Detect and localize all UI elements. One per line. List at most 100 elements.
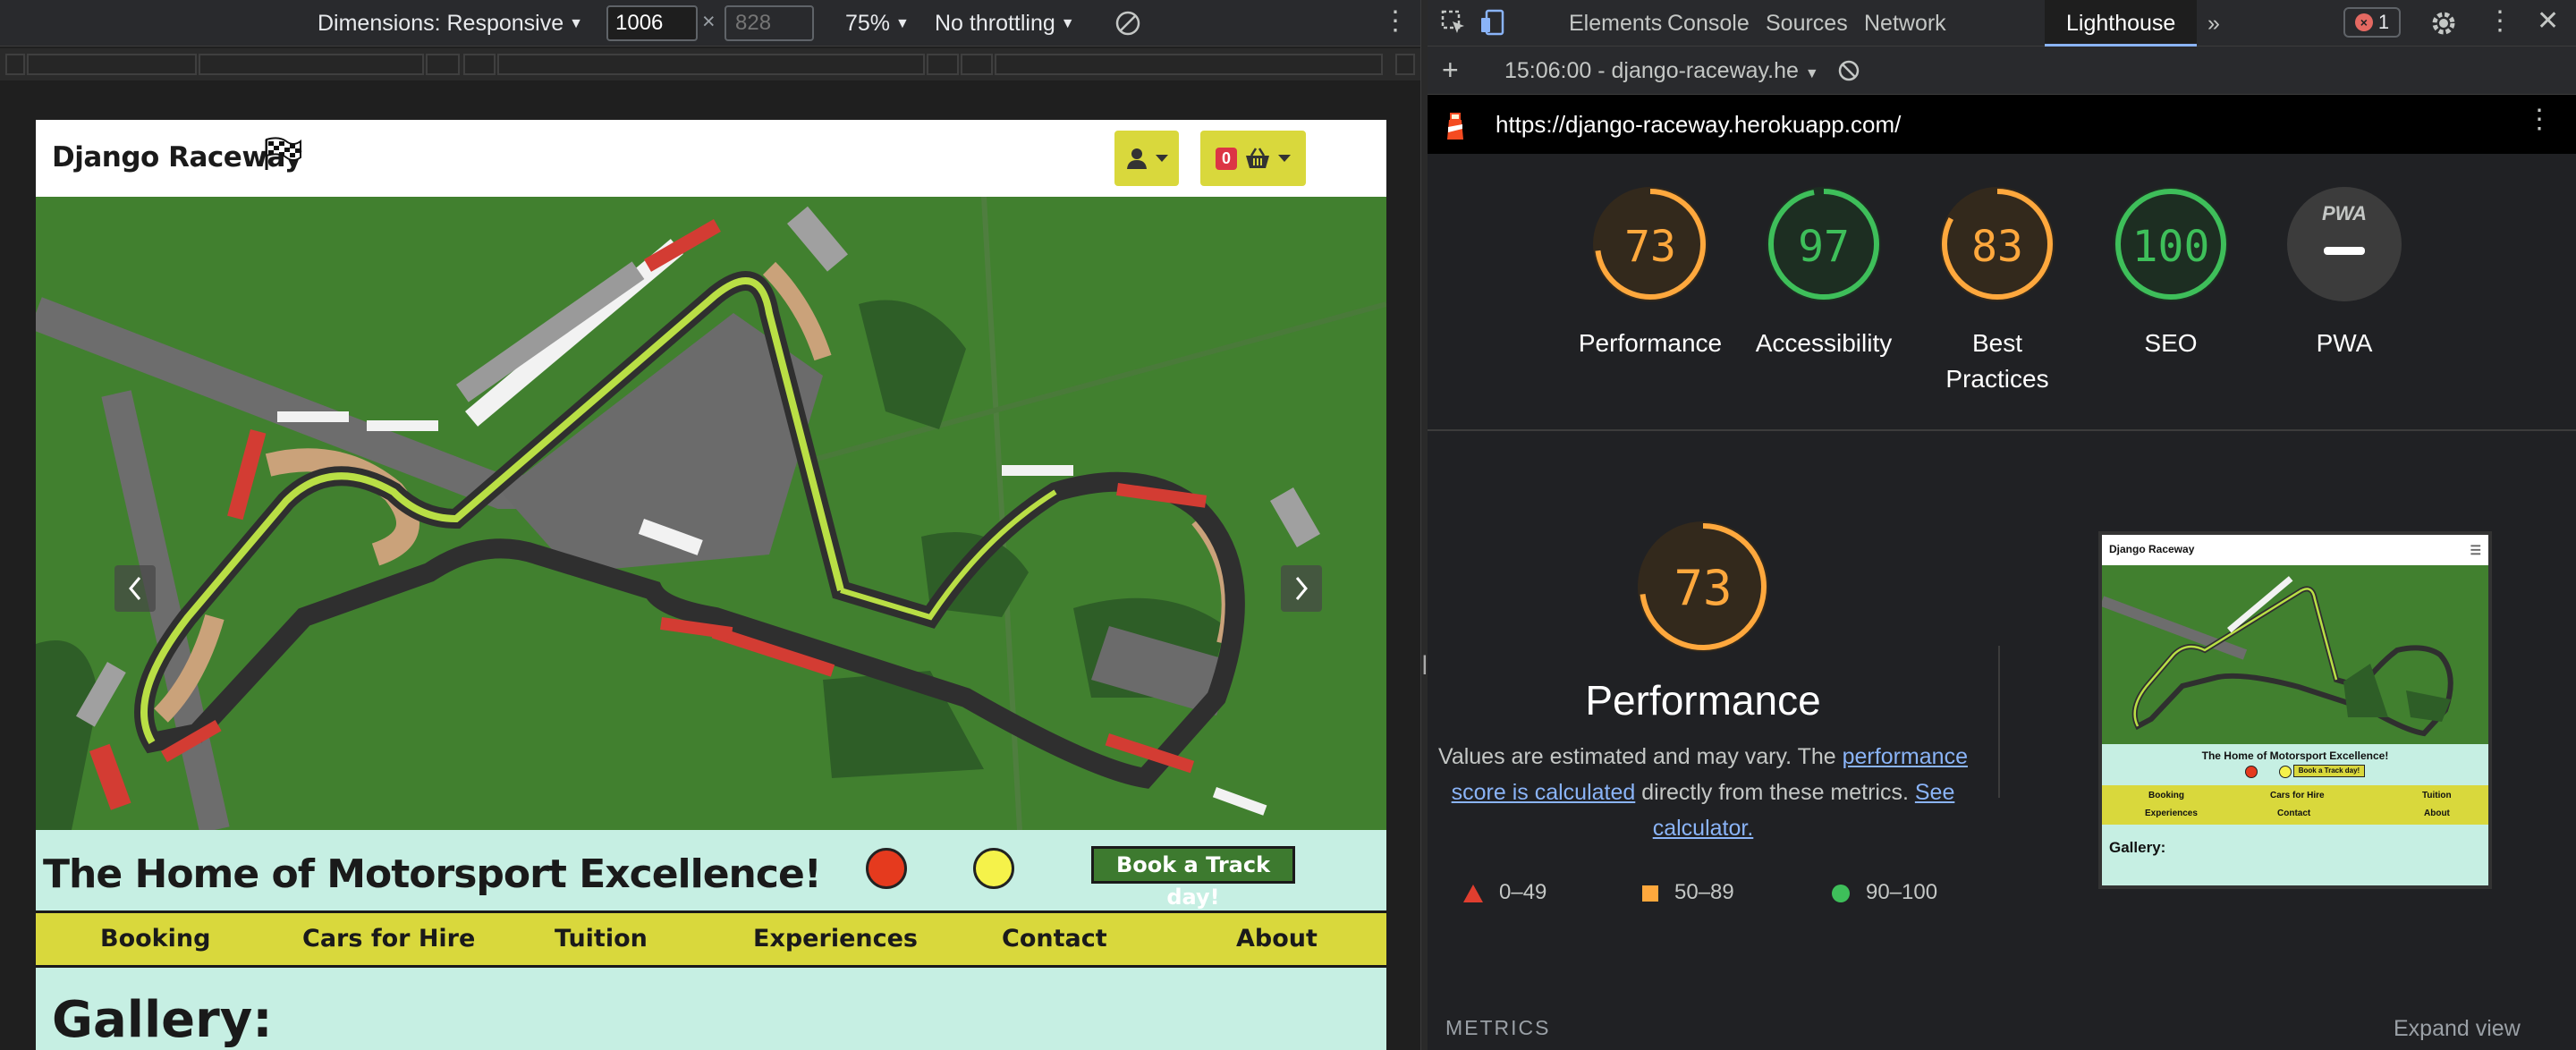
- description-text: Values are estimated and may vary. The: [1438, 744, 1843, 769]
- ruler-segment[interactable]: [497, 54, 925, 75]
- score-value: 83: [1971, 222, 2023, 272]
- tab-elements[interactable]: Elements: [1569, 11, 1662, 37]
- score-gauge-seo[interactable]: 100 SEO: [2113, 186, 2229, 357]
- section-divider: [1428, 429, 2576, 431]
- inspect-element-icon[interactable]: [1440, 9, 1467, 36]
- thumb-yellow-dot: [2279, 766, 2292, 778]
- report-session-label: 15:06:00 - django-raceway.he: [1504, 58, 1799, 83]
- ruler-segment[interactable]: [1395, 54, 1415, 75]
- ruler-segment[interactable]: [27, 54, 197, 75]
- thumb-brand: Django Raceway: [2109, 543, 2195, 555]
- zoom-dropdown[interactable]: 75% ▼: [845, 11, 910, 37]
- book-track-day-button[interactable]: Book a Track day!: [1091, 846, 1295, 910]
- race-track-image: [36, 197, 1386, 830]
- thumb-hero: [2102, 565, 2488, 744]
- thumb-menu-item: About: [2424, 809, 2450, 818]
- account-button[interactable]: [1114, 131, 1179, 186]
- width-input[interactable]: [606, 5, 698, 41]
- gear-icon[interactable]: [2429, 9, 2458, 38]
- ruler-segment[interactable]: [995, 54, 1383, 75]
- lighthouse-toolbar: + 15:06:00 - django-raceway.he ▼: [1428, 47, 2576, 95]
- report-url[interactable]: https://django-raceway.herokuapp.com/: [1496, 111, 1901, 139]
- basket-icon: [1246, 148, 1269, 168]
- thumb-menu-item: Cars for Hire: [2270, 791, 2325, 800]
- pwa-badge-text: PWA: [2321, 202, 2368, 224]
- more-options-icon[interactable]: ⋮: [2526, 104, 2553, 135]
- error-count-badge[interactable]: × 1: [2343, 7, 2401, 38]
- tab-lighthouse[interactable]: Lighthouse: [2045, 0, 2198, 47]
- lighthouse-logo-icon: [1447, 113, 1463, 140]
- rotate-icon[interactable]: [1114, 9, 1142, 38]
- thumb-menu-item: Tuition: [2422, 791, 2452, 800]
- score-gauge-best-practices[interactable]: 83 Best Practices: [1939, 186, 2055, 393]
- expand-view-toggle[interactable]: Expand view: [2394, 1016, 2521, 1042]
- pane-splitter[interactable]: ‖: [1420, 0, 1432, 1050]
- ruler-segment[interactable]: [463, 54, 496, 75]
- performance-description: Values are estimated and may vary. The p…: [1438, 739, 1968, 846]
- throttling-dropdown[interactable]: No throttling ▼: [935, 11, 1075, 37]
- device-toggle-icon[interactable]: [1479, 9, 1506, 36]
- devtools-pane: Elements Console Sources Network Lightho…: [1428, 0, 2576, 1050]
- ruler-segment[interactable]: [199, 54, 424, 75]
- report-selector[interactable]: 15:06:00 - django-raceway.he ▼: [1504, 58, 1819, 84]
- carousel-next-button[interactable]: [1281, 565, 1322, 612]
- menu-item-tuition[interactable]: Tuition: [555, 925, 648, 953]
- legend-label: 0–49: [1499, 880, 1547, 904]
- cart-button[interactable]: 0: [1200, 131, 1306, 186]
- thumb-gallery-heading: Gallery:: [2109, 839, 2166, 856]
- ruler-segment[interactable]: [927, 54, 959, 75]
- dimensions-dropdown[interactable]: Dimensions: Responsive ▼: [318, 11, 583, 37]
- score-gauge-performance[interactable]: 73 Performance: [1579, 186, 1722, 357]
- ruler-segment[interactable]: [961, 54, 993, 75]
- clear-icon[interactable]: [1837, 59, 1860, 82]
- user-icon: [1127, 148, 1147, 169]
- performance-score: 73: [1674, 560, 1733, 616]
- throttling-label: No throttling: [935, 11, 1055, 36]
- chevron-right-icon: [1295, 577, 1308, 600]
- carousel-prev-button[interactable]: [114, 565, 156, 612]
- height-input[interactable]: [724, 5, 814, 41]
- square-icon: [1642, 885, 1658, 902]
- device-toolbar: Dimensions: Responsive▼ × 75%▼ No thrott…: [0, 0, 1420, 47]
- legend-label: 90–100: [1866, 880, 1938, 904]
- more-options-icon[interactable]: ⋮: [1382, 5, 1409, 37]
- thumb-menu-item: Booking: [2148, 791, 2184, 800]
- error-count: 1: [2377, 11, 2390, 33]
- page-screenshot-thumbnail[interactable]: Django Raceway ☰ The Home of Motorsport E…: [2098, 531, 2492, 889]
- menu-item-booking[interactable]: Booking: [100, 925, 210, 953]
- caret-down-icon: ▼: [1060, 16, 1075, 32]
- triangle-icon: [1463, 884, 1483, 902]
- menu-item-contact[interactable]: Contact: [1002, 925, 1107, 953]
- tab-console[interactable]: Console: [1667, 11, 1750, 37]
- score-value: 97: [1798, 222, 1850, 272]
- caret-down-icon: [1278, 155, 1291, 162]
- checkered-flag-icon: [265, 137, 301, 170]
- menu-item-experiences[interactable]: Experiences: [753, 925, 918, 953]
- tab-sources[interactable]: Sources: [1766, 11, 1848, 37]
- more-tabs-icon[interactable]: »: [2207, 11, 2220, 37]
- legend-fail: 0–49: [1463, 880, 1546, 905]
- thumb-navbar: Django Raceway ☰: [2102, 535, 2488, 565]
- red-light-indicator: [866, 848, 907, 889]
- thumb-track-image: [2102, 565, 2488, 744]
- menu-item-cars-for-hire[interactable]: Cars for Hire: [302, 925, 475, 953]
- tab-network[interactable]: Network: [1864, 11, 1946, 37]
- add-report-icon[interactable]: +: [1442, 54, 1459, 87]
- ruler-segment[interactable]: [5, 54, 25, 75]
- report-url-bar: https://django-raceway.herokuapp.com/ ⋮: [1428, 95, 2576, 154]
- chevron-left-icon: [129, 577, 141, 600]
- ruler-segment[interactable]: [426, 54, 460, 75]
- cart-count-badge: 0: [1215, 147, 1237, 170]
- metrics-heading: METRICS: [1445, 1016, 1551, 1039]
- score-gauge-accessibility[interactable]: 97 Accessibility: [1756, 186, 1892, 357]
- close-icon[interactable]: ✕: [2537, 5, 2559, 37]
- menu-item-about[interactable]: About: [1236, 925, 1318, 953]
- circle-icon: [1832, 884, 1850, 902]
- score-label: Best Practices: [1945, 329, 2049, 393]
- more-options-icon[interactable]: ⋮: [2487, 5, 2513, 37]
- thumb-menu-item: Contact: [2277, 809, 2311, 818]
- legend-average: 50–89: [1642, 880, 1734, 905]
- score-value: 73: [1624, 222, 1676, 272]
- score-gauge-pwa[interactable]: PWA PWA: [2286, 186, 2402, 357]
- thumb-book-button: Book a Track day!: [2293, 765, 2365, 777]
